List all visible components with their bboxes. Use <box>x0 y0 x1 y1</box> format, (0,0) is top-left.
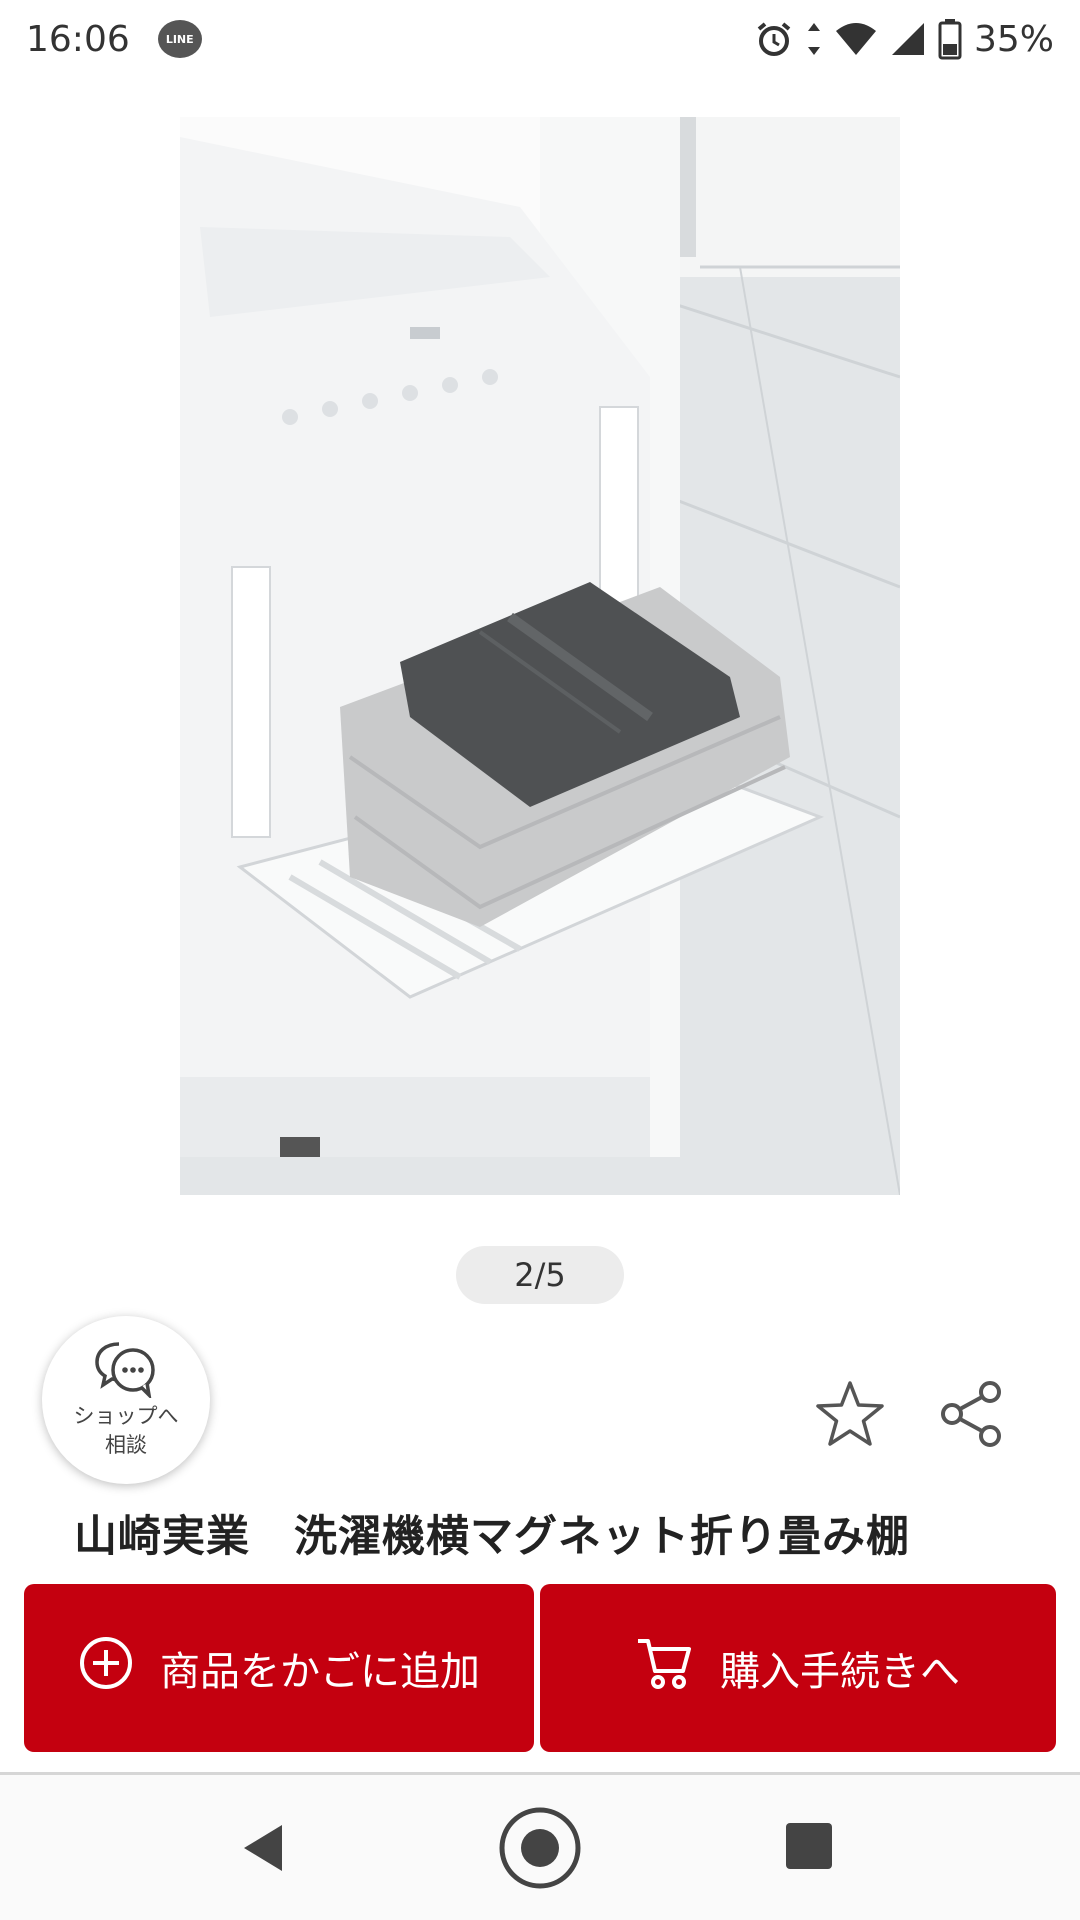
add-to-cart-label: 商品をかごに追加 <box>160 1649 480 1695</box>
checkout-label: 購入手続きへ <box>720 1649 960 1695</box>
wifi-icon <box>834 19 878 59</box>
alarm-icon <box>754 19 794 59</box>
battery-icon <box>938 18 962 60</box>
shop-consult-button[interactable]: ショップへ 相談 <box>42 1316 210 1484</box>
cart-icon <box>636 1635 694 1701</box>
system-nav-bar <box>0 1775 1080 1920</box>
product-image[interactable] <box>180 117 900 1195</box>
battery-percent: 35% <box>973 18 1054 60</box>
star-icon <box>816 1381 884 1446</box>
shop-consult-label-2: 相談 <box>105 1433 147 1457</box>
favorite-button[interactable] <box>814 1378 886 1450</box>
back-icon[interactable] <box>240 1823 286 1877</box>
recent-apps-icon[interactable] <box>786 1823 832 1869</box>
checkout-button[interactable]: 購入手続きへ <box>540 1584 1056 1752</box>
data-arrows-icon <box>806 19 822 59</box>
line-icon: LINE <box>157 20 202 58</box>
product-title: 山崎実業 洗濯機横マグネット折り畳み棚 <box>74 1512 910 1562</box>
add-to-cart-button[interactable]: 商品をかごに追加 <box>24 1584 534 1752</box>
status-time: 16:06 <box>26 18 130 60</box>
status-bar: 16:06 LINE 35% <box>0 0 1080 78</box>
home-icon[interactable] <box>497 1805 583 1895</box>
chat-bubble-icon <box>95 1340 157 1402</box>
shop-consult-label-1: ショップへ <box>73 1404 179 1428</box>
share-icon <box>941 1381 1001 1447</box>
signal-icon <box>890 19 926 59</box>
plus-circle-icon <box>78 1635 134 1701</box>
share-button[interactable] <box>938 1380 1006 1448</box>
image-counter: 2/5 <box>456 1246 624 1304</box>
